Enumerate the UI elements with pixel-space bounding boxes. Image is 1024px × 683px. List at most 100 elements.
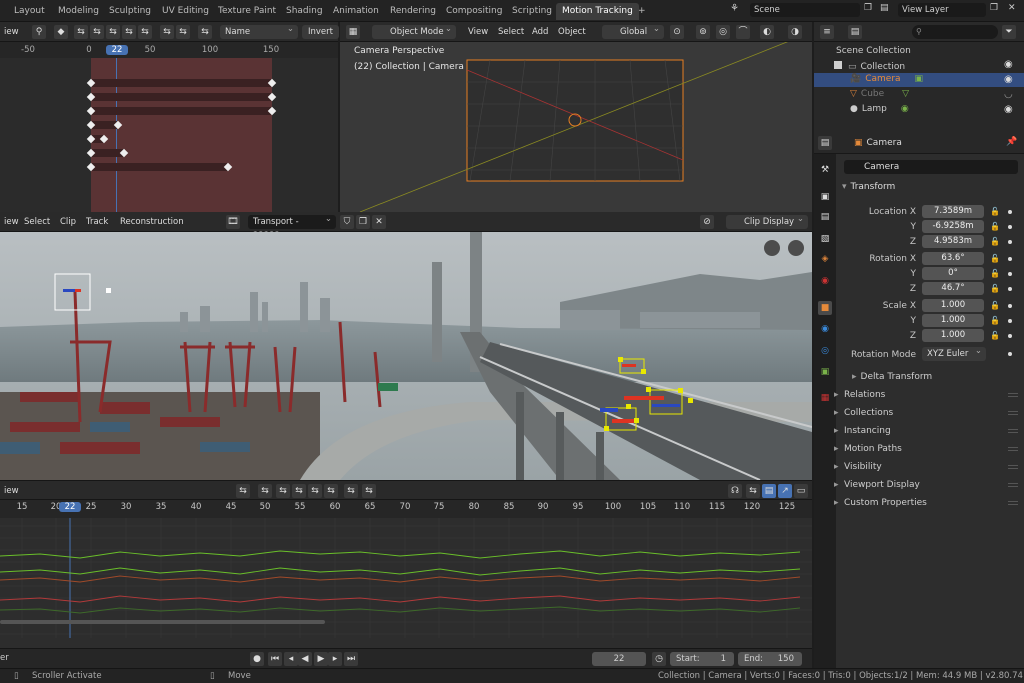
viewport-menu-object[interactable]: Object [554, 25, 590, 39]
pin-icon[interactable]: 📌 [1006, 137, 1017, 147]
sort-icon[interactable]: ⇆ [198, 25, 212, 39]
texture-tab-icon[interactable]: ▦ [818, 391, 832, 405]
current-frame-indicator[interactable]: 22 [59, 502, 81, 512]
dopesheet-view-menu[interactable]: iew [0, 25, 23, 39]
tab-texture-paint[interactable]: Texture Paint [212, 3, 282, 20]
graph-view-icon[interactable]: ▤ [762, 484, 776, 498]
panel-section-motion-paths[interactable]: Motion Paths [834, 444, 902, 454]
lock-icon[interactable]: 🔓 [990, 316, 1000, 326]
current-frame-indicator[interactable]: 22 [106, 45, 128, 55]
eye-icon[interactable]: ◉ [1004, 104, 1013, 115]
graph-summary-icon[interactable]: ⇆ [344, 484, 358, 498]
graph-normalize-icon[interactable]: ▭ [794, 484, 808, 498]
fake-user-icon[interactable]: ⛉ [340, 215, 354, 229]
rotation-x-field[interactable]: 63.6° [922, 252, 984, 265]
clip-menu-track[interactable]: Track [82, 215, 112, 229]
collection-item[interactable]: ▭ Collection [834, 61, 905, 72]
clip-menu-reconstruction[interactable]: Reconstruction [116, 215, 188, 229]
new-view-layer-icon[interactable]: ❐ [990, 3, 1004, 17]
3d-viewport[interactable]: ▦ Object Mode View Select Add Object Glo… [340, 22, 812, 212]
jump-start-icon[interactable]: ⏮ [268, 652, 282, 666]
drag-handle-icon[interactable] [1008, 447, 1018, 451]
play-reverse-icon[interactable]: ◀ [298, 652, 312, 666]
lock-icon[interactable]: 🔓 [990, 269, 1000, 279]
remove-view-layer-icon[interactable]: ✕ [1008, 3, 1022, 17]
delta-transform-section[interactable]: ▸ Delta Transform [852, 372, 932, 382]
viewport-menu-add[interactable]: Add [528, 25, 552, 39]
clip-menu-select[interactable]: Select [20, 215, 54, 229]
editor-type-icon[interactable]: ▦ [346, 25, 360, 39]
clip-display-dropdown[interactable]: Clip Display [726, 212, 808, 229]
drag-handle-icon[interactable] [1008, 411, 1018, 415]
output-tab-icon[interactable]: ▤ [818, 210, 832, 224]
location-y-field[interactable]: -6.9258m [922, 220, 984, 233]
camera-filter-icon[interactable]: ⇆ [138, 25, 152, 39]
object-data-tab-icon[interactable]: ▣ [818, 365, 832, 379]
start-frame-field[interactable]: Start: 1 [670, 652, 734, 666]
keyframe-dot-icon[interactable] [1008, 272, 1012, 276]
clip-link-icon[interactable]: ⊘ [700, 215, 714, 229]
object-filter-icon[interactable]: ⇆ [176, 25, 190, 39]
name-sort-dropdown[interactable]: Name [220, 22, 298, 39]
panel-section-instancing[interactable]: Instancing [834, 426, 891, 436]
outliner-search-input[interactable]: ⚲ [912, 25, 998, 39]
jump-keyframe-forward-icon[interactable]: ▸ [328, 652, 342, 666]
lock-icon[interactable]: 🔓 [990, 331, 1000, 341]
summary-icon[interactable]: ⇆ [160, 25, 174, 39]
clip-editor[interactable]: iew Select Clip Track Reconstruction 🎞 T… [0, 212, 812, 480]
show-hidden-icon[interactable]: ⇆ [90, 25, 104, 39]
tab-layout[interactable]: Layout [8, 3, 51, 20]
lock-icon[interactable]: 🔓 [990, 237, 1000, 247]
scale-z-field[interactable]: 1.000 [922, 329, 984, 342]
drag-handle-icon[interactable] [1008, 429, 1018, 433]
drag-handle-icon[interactable] [1008, 483, 1018, 487]
lamp-item[interactable]: ● Lamp ◉ [850, 104, 909, 114]
keyframe-dot-icon[interactable] [1008, 287, 1012, 291]
panel-section-relations[interactable]: Relations [834, 390, 885, 400]
viewport-menu-select[interactable]: Select [494, 25, 528, 39]
filter-icon[interactable]: ⚲ [32, 25, 46, 39]
graph-channels-icon[interactable]: ⇆ [324, 484, 338, 498]
modifier-tab-icon[interactable]: ◉ [818, 322, 832, 336]
ghost-icon[interactable]: ⇆ [122, 25, 136, 39]
graph-ghost-icon[interactable]: ☊ [728, 484, 742, 498]
keyframe-dot-icon[interactable] [1008, 210, 1012, 214]
scale-x-field[interactable]: 1.000 [922, 299, 984, 312]
graph-curve-icon[interactable]: ↗ [778, 484, 792, 498]
new-scene-icon[interactable]: ❐ [864, 3, 878, 17]
end-frame-field[interactable]: End: 150 [738, 652, 802, 666]
view-layer-icon[interactable]: ▤ [880, 3, 894, 17]
graph-errors-icon[interactable]: ⇆ [292, 484, 306, 498]
playback-menu[interactable]: er [0, 653, 9, 663]
render-tab-icon[interactable]: ▣ [818, 190, 832, 204]
unlink-clip-icon[interactable]: ✕ [372, 215, 386, 229]
add-workspace-tab[interactable]: + [632, 3, 652, 20]
tab-shading[interactable]: Shading [280, 3, 329, 20]
transform-panel-header[interactable]: ▾ Transform [842, 182, 895, 192]
falloff-icon[interactable]: ⌒ [736, 25, 750, 39]
panel-section-visibility[interactable]: Visibility [834, 462, 882, 472]
world-tab-icon[interactable]: ◉ [818, 274, 832, 288]
clip-name-field[interactable]: Transport - 23232... [248, 212, 336, 241]
viewport-menu-view[interactable]: View [464, 25, 492, 39]
proportional-edit-icon[interactable]: ◎ [716, 25, 730, 39]
tab-sculpting[interactable]: Sculpting [103, 3, 157, 20]
location-x-field[interactable]: 7.3589m [922, 205, 984, 218]
outliner-editor-icon[interactable]: ≡ [820, 25, 834, 39]
scene-tab-icon[interactable]: ◈ [818, 252, 832, 266]
shading-icon[interactable]: ◑ [788, 25, 802, 39]
scene-field[interactable]: Scene [750, 3, 860, 17]
tab-compositing[interactable]: Compositing [440, 3, 508, 20]
clip-browse-icon[interactable]: 🎞 [226, 215, 240, 229]
checkbox-icon[interactable] [834, 61, 842, 69]
drag-handle-icon[interactable] [1008, 465, 1018, 469]
rotation-y-field[interactable]: 0° [922, 267, 984, 280]
drag-handle-icon[interactable] [1008, 501, 1018, 505]
graph-ruler[interactable]: 15 20 22 25 30 35 40 45 50 55 60 65 70 75 80 85 90 95 100 1… [0, 500, 812, 518]
tab-scripting[interactable]: Scripting [506, 3, 558, 20]
current-frame-field[interactable]: 22 [592, 652, 646, 666]
scene-icon[interactable]: ⚘ [730, 3, 744, 17]
mesh-data-icon[interactable]: ▽ [902, 89, 909, 99]
lock-icon[interactable]: 🔓 [990, 207, 1000, 217]
rotation-z-field[interactable]: 46.7° [922, 282, 984, 295]
